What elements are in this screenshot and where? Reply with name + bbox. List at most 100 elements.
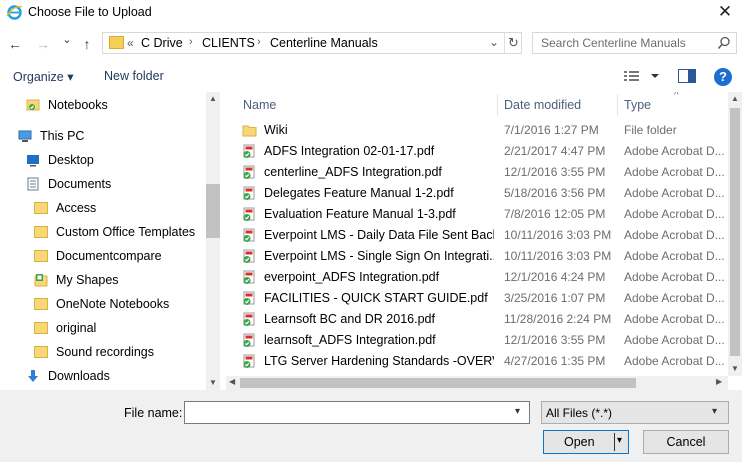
nav-item-label: original	[56, 321, 97, 335]
file-row[interactable]: Everpoint LMS - Daily Data File Sent Bac…	[226, 225, 728, 246]
breadcrumb-centerline-manuals[interactable]: Centerline Manuals	[270, 36, 378, 50]
file-row[interactable]: ADFS Integration 02-01-17.pdf 2/21/2017 4…	[226, 141, 728, 162]
breadcrumb-separator[interactable]: ›	[257, 36, 261, 48]
scroll-down-icon[interactable]: ▼	[731, 364, 739, 373]
file-row[interactable]: LTG Server Hardening Standards -OVERVI..…	[226, 351, 728, 372]
documents-icon	[27, 177, 39, 191]
pdf-icon	[243, 207, 255, 221]
nav-pane-scroll-thumb[interactable]	[206, 184, 220, 238]
close-button[interactable]: ✕	[708, 0, 742, 24]
up-button[interactable]: ↑	[78, 34, 96, 54]
forward-button[interactable]: →	[34, 34, 52, 54]
file-row[interactable]: everpoint_ADFS Integration.pdf 12/1/2016 …	[226, 267, 728, 288]
chevron-down-icon[interactable]: ▾	[515, 406, 520, 417]
file-type: File folder	[624, 123, 677, 137]
file-row[interactable]: Delegates Feature Manual 1-2.pdf 5/18/201…	[226, 183, 728, 204]
scroll-left-icon[interactable]: ◀	[229, 377, 235, 386]
breadcrumb-overflow[interactable]: «	[127, 36, 134, 50]
back-button[interactable]: ←	[6, 34, 24, 54]
close-icon: ✕	[717, 2, 733, 21]
folder-icon	[34, 226, 48, 238]
recent-locations-button[interactable]: ⌄	[58, 30, 76, 50]
file-date-modified: 5/18/2016 3:56 PM	[504, 186, 606, 200]
file-row[interactable]: Evaluation Feature Manual 1-3.pdf 7/8/201…	[226, 204, 728, 225]
chevron-down-icon: ⌄	[62, 34, 72, 46]
nav-pane-scrollbar[interactable]: ▲ ▼	[206, 92, 220, 390]
file-list: Name Date modified Type ^ Wiki 7/1/2016 1…	[226, 92, 728, 376]
shapes-folder-icon	[34, 274, 48, 287]
file-row[interactable]: Learnsoft BC and DR 2016.pdf 11/28/2016 2…	[226, 309, 728, 330]
nav-item-label: Documents	[48, 177, 112, 191]
address-dropdown-icon[interactable]: ⌄	[489, 35, 499, 49]
scroll-up-icon[interactable]: ▲	[209, 94, 217, 103]
title-bar: Choose File to Upload ✕	[0, 0, 742, 26]
nav-item-label: Downloads	[48, 369, 110, 383]
scroll-down-icon[interactable]: ▼	[209, 378, 217, 387]
file-type-filter-value: All Files (*.*)	[546, 406, 613, 420]
open-button[interactable]: Open ▾	[543, 430, 629, 454]
view-options-icon[interactable]	[624, 68, 664, 84]
breadcrumb-separator[interactable]: ›	[189, 36, 193, 48]
window-title: Choose File to Upload	[28, 5, 152, 19]
scroll-up-icon[interactable]: ▲	[731, 94, 739, 103]
file-type-filter-select[interactable]: All Files (*.*) ▾	[541, 401, 729, 424]
pdf-icon	[243, 354, 255, 368]
help-button[interactable]: ?	[714, 68, 732, 86]
file-name-input[interactable]	[189, 405, 505, 420]
folder-icon	[109, 36, 124, 49]
column-header-name[interactable]: Name	[243, 98, 276, 112]
scroll-right-icon[interactable]: ▶	[716, 377, 722, 386]
new-folder-button[interactable]: New folder	[104, 69, 164, 83]
navigation-pane: Notebooks This PC Desktop Documents Acce…	[0, 92, 220, 390]
file-list-vertical-scroll-thumb[interactable]	[730, 108, 740, 356]
file-type: Adobe Acrobat D...	[624, 291, 725, 305]
pdf-icon	[243, 333, 255, 347]
file-list-horizontal-scroll-thumb[interactable]	[240, 378, 636, 388]
file-type: Adobe Acrobat D...	[624, 228, 725, 242]
breadcrumb-clients[interactable]: CLIENTS	[202, 36, 255, 50]
pdf-icon	[243, 144, 255, 158]
column-divider[interactable]	[617, 94, 618, 116]
pdf-icon	[243, 228, 255, 242]
search-box[interactable]	[532, 32, 737, 54]
file-name: everpoint_ADFS Integration.pdf	[264, 270, 440, 284]
file-date-modified: 12/1/2016 3:55 PM	[504, 333, 606, 347]
file-type: Adobe Acrobat D...	[624, 270, 725, 284]
file-type: Adobe Acrobat D...	[624, 249, 725, 263]
organize-menu-button[interactable]: Organize ▾	[13, 69, 73, 84]
sort-indicator-icon: ^	[674, 92, 679, 101]
file-name: Learnsoft BC and DR 2016.pdf	[264, 312, 435, 326]
file-name: ADFS Integration 02-01-17.pdf	[264, 144, 435, 158]
file-name: Wiki	[264, 123, 288, 137]
column-header-type[interactable]: Type	[624, 98, 651, 112]
file-name: FACILITIES - QUICK START GUIDE.pdf	[264, 291, 488, 305]
column-divider[interactable]	[497, 94, 498, 116]
internet-explorer-icon	[6, 5, 23, 20]
cancel-button[interactable]: Cancel	[643, 430, 729, 454]
file-name-combobox[interactable]: ▾	[184, 401, 530, 424]
refresh-button[interactable]: ↻	[504, 33, 522, 53]
forward-arrow-icon: →	[36, 36, 50, 52]
search-input[interactable]	[541, 35, 711, 51]
file-date-modified: 2/21/2017 4:47 PM	[504, 144, 606, 158]
file-row[interactable]: learnsoft_ADFS Integration.pdf 12/1/2016 …	[226, 330, 728, 351]
nav-item-label: Access	[56, 201, 97, 215]
file-date-modified: 11/28/2016 2:24 PM	[504, 312, 612, 326]
search-icon[interactable]	[717, 36, 731, 50]
breadcrumb-c-drive[interactable]: C Drive	[141, 36, 183, 50]
open-options-dropdown-icon[interactable]: ▾	[617, 435, 622, 446]
file-row[interactable]: Everpoint LMS - Single Sign On Integrati…	[226, 246, 728, 267]
column-header-date-modified[interactable]: Date modified	[504, 98, 581, 112]
downloads-icon	[28, 370, 38, 382]
file-row[interactable]: centerline_ADFS Integration.pdf 12/1/2016…	[226, 162, 728, 183]
preview-pane-icon[interactable]	[678, 69, 696, 83]
address-bar[interactable]: « C Drive › CLIENTS › Centerline Manuals…	[102, 32, 522, 54]
folder-icon	[34, 202, 48, 214]
file-date-modified: 3/25/2016 1:07 PM	[504, 291, 606, 305]
file-row[interactable]: FACILITIES - QUICK START GUIDE.pdf 3/25/2…	[226, 288, 728, 309]
file-type: Adobe Acrobat D...	[624, 312, 725, 326]
file-row[interactable]: Wiki 7/1/2016 1:27 PM File folder	[226, 120, 728, 141]
file-name: Everpoint LMS - Daily Data File Sent Bac…	[264, 228, 494, 242]
file-type: Adobe Acrobat D...	[624, 333, 725, 347]
folder-icon	[34, 250, 48, 262]
